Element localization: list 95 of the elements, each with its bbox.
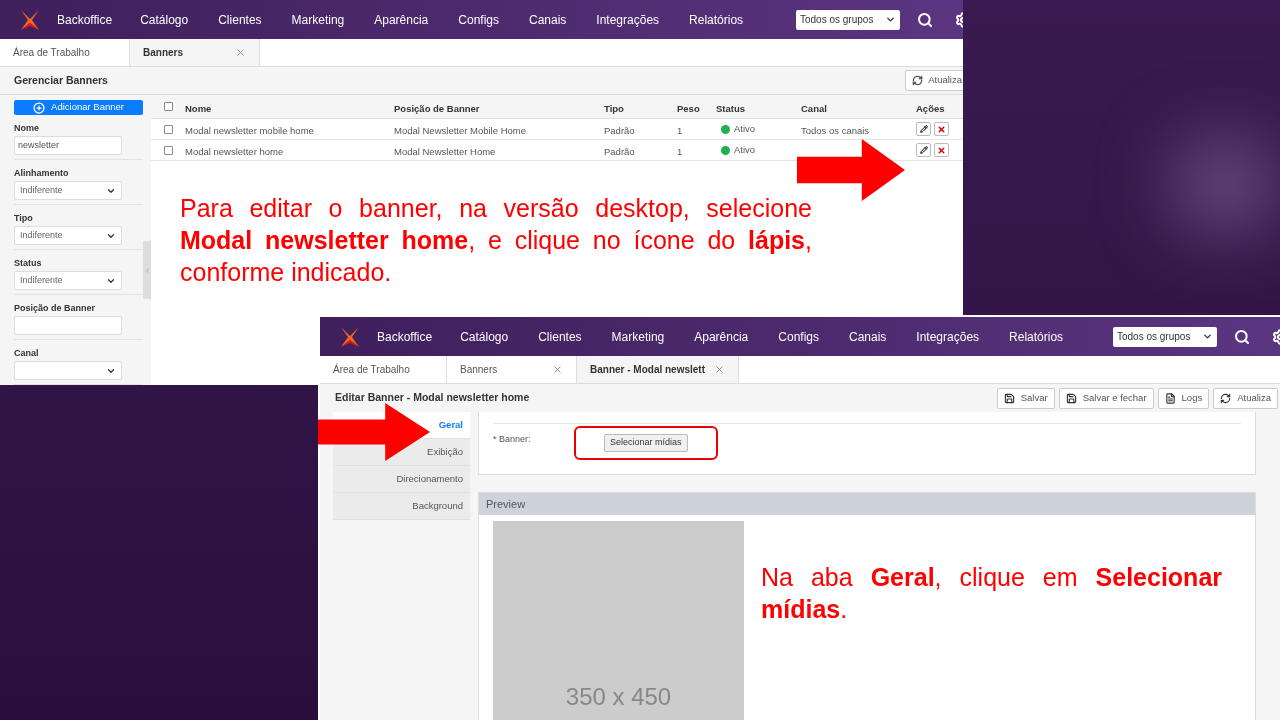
save-icon — [1065, 392, 1077, 404]
checkbox[interactable] — [163, 124, 173, 134]
dropdown-icon — [885, 14, 896, 25]
checkbox[interactable] — [163, 102, 173, 111]
table-cell: Modal newsletter mobile home — [185, 125, 314, 136]
nav-link[interactable]: Clientes — [538, 327, 582, 346]
instruction-text: Na aba Geral, clique em Selecionar mídias. — [761, 562, 1222, 625]
document-icon — [1164, 392, 1176, 404]
column-header: Peso — [677, 102, 700, 114]
collapse-handle[interactable] — [143, 241, 151, 299]
field-label: * Banner: — [493, 433, 532, 446]
pencil-icon — [919, 146, 928, 154]
group-select[interactable]: Todos os grupos — [1113, 326, 1217, 347]
table-cell: Modal newsletter home — [185, 146, 284, 157]
delete-button[interactable] — [934, 122, 949, 136]
table-cell: Modal Newsletter Mobile Home — [394, 125, 526, 136]
search-icon[interactable] — [917, 11, 933, 28]
column-header: Posição de Banner — [394, 102, 480, 114]
filter-label: Tipo — [14, 213, 34, 224]
refresh-icon — [1220, 392, 1232, 404]
filter-label: Nome — [14, 123, 40, 134]
filter-input[interactable] — [14, 316, 122, 335]
dropdown-icon — [1202, 331, 1213, 342]
logo-icon — [18, 7, 42, 32]
column-header: Nome — [185, 102, 212, 114]
side-tab[interactable]: Geral — [438, 417, 463, 433]
filter-select[interactable]: Indiferente — [14, 226, 122, 245]
nav-link[interactable]: Aparência — [694, 327, 749, 346]
group-select[interactable]: Todos os grupos — [796, 9, 900, 30]
toolbar-button[interactable]: Logs — [1157, 387, 1210, 409]
nav-link[interactable]: Marketing — [291, 10, 345, 29]
edit-button[interactable] — [916, 122, 931, 136]
filter-select[interactable]: Indiferente — [14, 181, 122, 200]
refresh-button[interactable]: Atualiza — [905, 70, 963, 91]
checkbox[interactable] — [163, 145, 173, 155]
filter-select[interactable]: Indiferente — [14, 271, 122, 290]
filter-label: Canal — [14, 348, 40, 359]
status-text: Ativo — [734, 142, 756, 157]
nav-link[interactable]: Backoffice — [377, 327, 433, 346]
toolbar-button[interactable]: Salvar — [996, 387, 1055, 409]
nav-link[interactable]: Clientes — [218, 10, 262, 29]
placeholder-size: 350 x 450 — [565, 682, 672, 712]
nav-link[interactable]: Integrações — [596, 10, 660, 29]
filter-label: Posição de Banner — [14, 303, 97, 314]
status-text: Ativo — [734, 121, 756, 136]
delete-button[interactable] — [934, 143, 949, 157]
tab[interactable]: Banners — [130, 39, 260, 66]
nav-link[interactable]: Aparência — [374, 10, 429, 29]
nav-link[interactable]: Relatórios — [1009, 327, 1064, 346]
nav-link[interactable]: Catálogo — [460, 327, 509, 346]
plus-icon — [33, 101, 46, 114]
close-icon — [937, 145, 946, 155]
refresh-icon — [912, 75, 924, 86]
nav-link[interactable]: Backoffice — [57, 10, 113, 29]
toolbar-button[interactable]: Atualiza — [1213, 387, 1278, 409]
page-title: Gerenciar Banners — [14, 72, 108, 88]
logo-icon — [338, 324, 362, 349]
filter-label: Alinhamento — [14, 168, 70, 179]
column-header: Ações — [916, 102, 945, 114]
preview-header: Preview — [479, 493, 1255, 515]
column-header: Status — [716, 102, 746, 114]
table-cell: Padrão — [604, 125, 635, 136]
edit-button[interactable] — [916, 143, 931, 157]
pencil-icon — [919, 125, 928, 133]
instruction-text: Para editar o banner, na versão desktop, selecione Modal newsletter home, e clique no ícone do lápis, conforme indicado. — [180, 193, 812, 288]
page-title: Editar Banner - Modal newsletter home — [335, 390, 530, 406]
nav-link[interactable]: Configs — [458, 10, 499, 29]
tab[interactable]: Banner - Modal newslett — [577, 356, 739, 383]
filter-input[interactable]: newsletter — [14, 136, 122, 155]
nav-link[interactable]: Relatórios — [689, 10, 744, 29]
close-icon[interactable] — [714, 364, 725, 375]
nav-link[interactable]: Catálogo — [140, 10, 189, 29]
close-icon[interactable] — [235, 47, 246, 58]
table-cell: Todos os canais — [801, 125, 870, 136]
chevron-left-icon — [143, 266, 151, 274]
nav-link[interactable]: Canais — [849, 327, 887, 346]
add-banner-button[interactable]: Adicionar Banner — [14, 100, 143, 115]
table-cell: Padrão — [604, 146, 635, 157]
close-icon — [937, 124, 946, 134]
table-cell: 1 — [677, 146, 683, 157]
column-header: Tipo — [604, 102, 624, 114]
toolbar-button[interactable]: Salvar e fechar — [1058, 387, 1154, 409]
nav-link[interactable]: Marketing — [611, 327, 665, 346]
search-icon[interactable] — [1234, 328, 1250, 345]
select-media-button[interactable]: Selecionar mídias — [604, 434, 688, 452]
nav-link[interactable]: Canais — [529, 10, 567, 29]
save-icon — [1003, 392, 1015, 404]
table-cell: 1 — [677, 125, 683, 136]
nav-link[interactable]: Configs — [778, 327, 819, 346]
nav-link[interactable]: Integrações — [916, 327, 980, 346]
table-cell: Modal Newsletter Home — [394, 146, 496, 157]
filter-label: Status — [14, 258, 43, 269]
close-icon[interactable] — [552, 364, 563, 375]
side-tab[interactable]: Exibição — [427, 444, 463, 460]
column-header: Canal — [801, 102, 827, 114]
